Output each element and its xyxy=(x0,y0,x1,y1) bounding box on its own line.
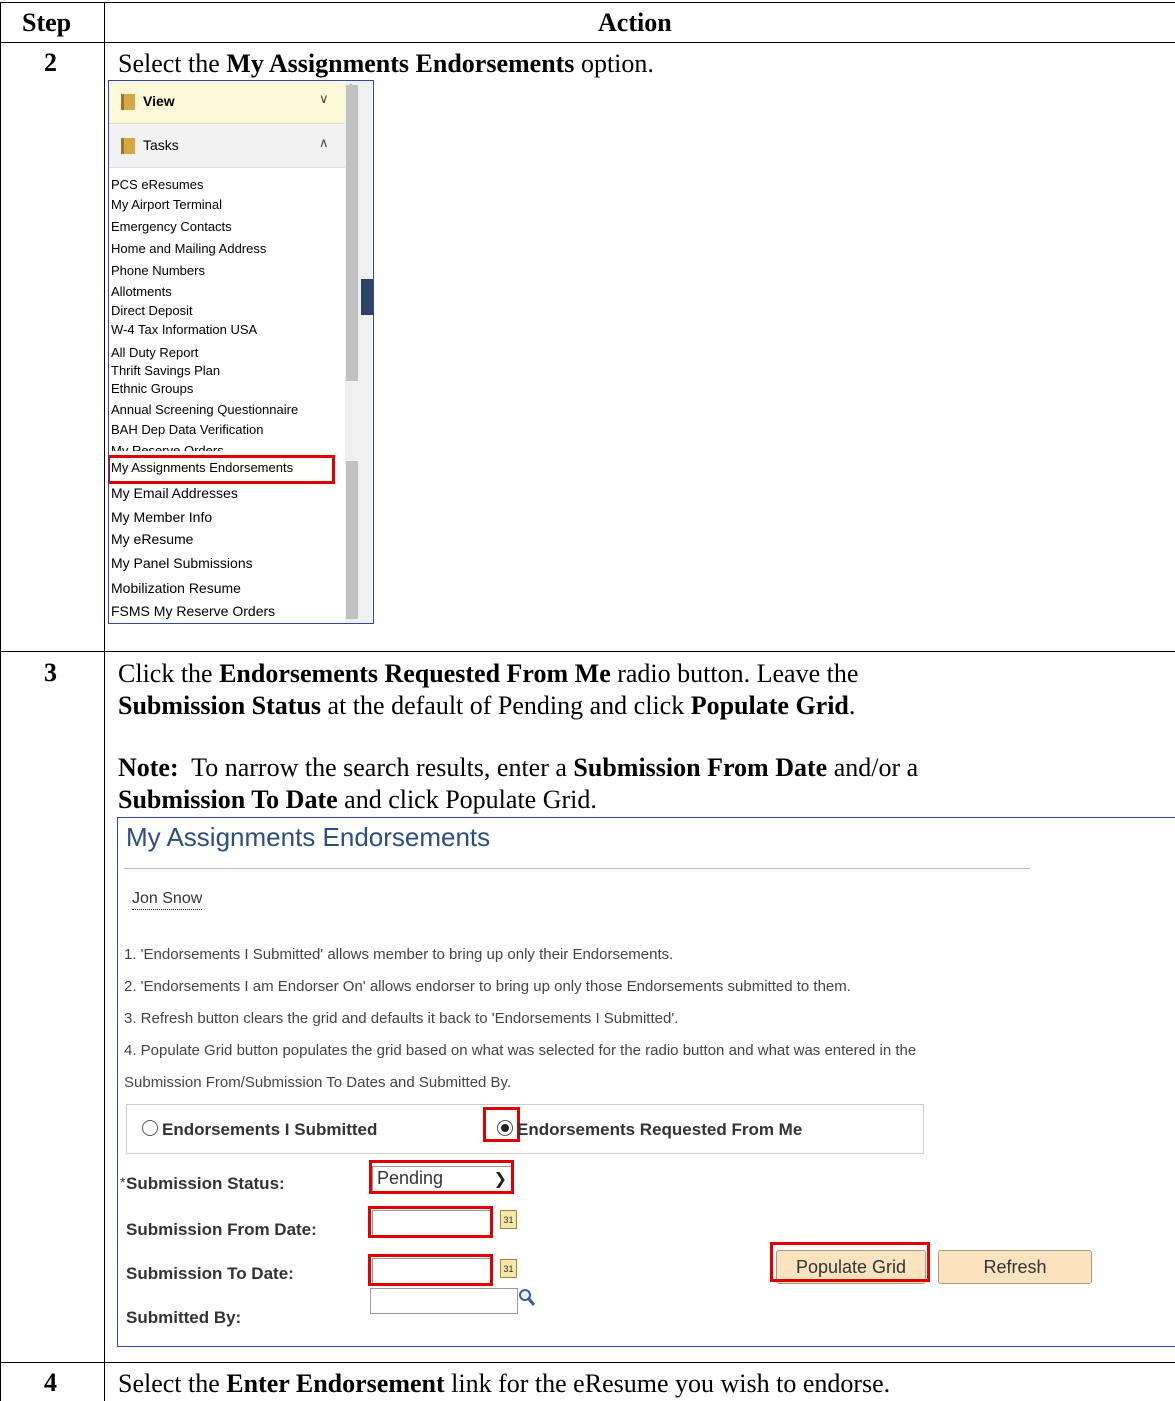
step3-bold-text: Populate Grid xyxy=(690,691,849,720)
drag-handle[interactable] xyxy=(361,279,373,315)
table-left-border xyxy=(0,2,1,1401)
step3-text: radio button. Leave the xyxy=(610,659,859,688)
chevron-down-icon[interactable]: ∨ xyxy=(319,91,329,107)
radio-endorsements-submitted-label[interactable]: Endorsements I Submitted xyxy=(162,1120,377,1140)
sidebar-item-emergency-contacts[interactable]: Emergency Contacts xyxy=(111,219,232,234)
step3-bold-text: Endorsements Requested From Me xyxy=(219,659,611,688)
note-text: To narrow the search results, enter a xyxy=(178,753,574,782)
tasks-panel-header[interactable]: Tasks ∧ xyxy=(109,125,345,168)
submission-status-label: Submission Status: xyxy=(126,1174,285,1193)
note-text: and/or a xyxy=(827,753,919,782)
instruction-note-1: 1. 'Endorsements I Submitted' allows mem… xyxy=(124,946,674,963)
sidebar-item-fsms-reserve-orders[interactable]: FSMS My Reserve Orders xyxy=(111,603,275,619)
step-column-divider xyxy=(104,2,105,1401)
sidebar-item-my-airport-terminal[interactable]: My Airport Terminal xyxy=(111,197,222,212)
step-number-3: 3 xyxy=(44,658,57,687)
step3-note-line2: Submission To Date and click Populate Gr… xyxy=(118,784,597,815)
sidebar-item-w4-tax[interactable]: W-4 Tax Information USA xyxy=(111,322,257,337)
step4-text: Select the xyxy=(118,1369,227,1398)
step4-instruction: Select the Enter Endorsement link for th… xyxy=(118,1368,890,1399)
step2-text: Select the xyxy=(118,49,227,78)
instruction-note-2: 2. 'Endorsements I am Endorser On' allow… xyxy=(124,978,851,995)
note-bold-text: Submission To Date xyxy=(118,785,338,814)
scrollbar-thumb-lower[interactable] xyxy=(346,461,358,619)
highlight-box xyxy=(368,1254,493,1286)
view-panel-header[interactable]: View ∨ xyxy=(109,81,345,124)
calendar-icon[interactable]: 31 xyxy=(500,1259,517,1278)
step3-line2: Submission Status at the default of Pend… xyxy=(118,690,855,721)
submitted-by-label: Submitted By: xyxy=(126,1308,242,1327)
step3-bottom-border xyxy=(0,1362,1175,1363)
highlight-box xyxy=(368,1206,493,1238)
highlight-box xyxy=(369,1160,514,1194)
highlight-box xyxy=(483,1107,520,1142)
header-bottom-border xyxy=(0,42,1175,43)
note-text: and click Populate Grid. xyxy=(337,785,597,814)
endorsements-form-screenshot: My Assignments Endorsements Jon Snow 1. … xyxy=(117,817,1175,1347)
sidebar-item-my-email-addresses[interactable]: My Email Addresses xyxy=(111,485,238,501)
instruction-note-3: 3. Refresh button clears the grid and de… xyxy=(124,1010,679,1027)
table-top-border xyxy=(0,2,1175,3)
sidebar-item-my-member-info[interactable]: My Member Info xyxy=(111,509,212,525)
tasks-panel-title: Tasks xyxy=(143,137,179,153)
step3-text: at the default of Pending and click xyxy=(321,691,691,720)
search-icon[interactable] xyxy=(518,1288,536,1308)
chevron-up-icon[interactable]: ∧ xyxy=(319,135,329,151)
step2-instruction: Select the My Assignments Endorsements o… xyxy=(118,48,654,79)
highlight-box xyxy=(770,1242,930,1282)
highlight-box xyxy=(109,455,335,484)
instruction-note-4: 4. Populate Grid button populates the gr… xyxy=(124,1042,917,1059)
sidebar-item-phone-numbers[interactable]: Phone Numbers xyxy=(111,263,205,278)
view-panel-title: View xyxy=(143,93,175,109)
sidebar-item-ethnic-groups[interactable]: Ethnic Groups xyxy=(111,381,193,396)
sidebar-item-my-reserve-orders[interactable]: My Reserve Orders xyxy=(111,443,224,451)
step-number-4: 4 xyxy=(44,1368,57,1397)
step4-text-end: link for the eResume you wish to endorse… xyxy=(444,1369,891,1398)
radio-endorsements-requested-label[interactable]: Endorsements Requested From Me xyxy=(517,1120,802,1140)
instruction-note-4-cont: Submission From/Submission To Dates and … xyxy=(124,1074,512,1091)
submission-from-date-label: Submission From Date: xyxy=(126,1220,317,1239)
user-name: Jon Snow xyxy=(132,890,203,910)
submitted-by-field[interactable] xyxy=(370,1288,518,1314)
step2-bottom-border xyxy=(0,651,1175,652)
sidebar-item-allotments[interactable]: Allotments xyxy=(111,284,172,299)
submission-to-date-label: Submission To Date: xyxy=(126,1264,294,1283)
scrollbar-thumb[interactable] xyxy=(346,85,358,381)
sidebar-item-direct-deposit[interactable]: Direct Deposit xyxy=(111,303,193,318)
required-marker: * xyxy=(120,1174,126,1190)
calendar-icon[interactable]: 31 xyxy=(500,1210,517,1229)
folder-icon xyxy=(121,138,135,154)
step4-bold-text: Enter Endorsement xyxy=(226,1369,445,1398)
step3-line1: Click the Endorsements Requested From Me… xyxy=(118,658,858,689)
title-divider xyxy=(124,868,1030,869)
refresh-button[interactable]: Refresh xyxy=(938,1250,1092,1284)
step3-text: Click the xyxy=(118,659,220,688)
sidebar-item-mobilization-resume[interactable]: Mobilization Resume xyxy=(111,580,241,596)
sidebar-item-my-eresume[interactable]: My eResume xyxy=(111,531,193,547)
sidebar-item-all-duty-report[interactable]: All Duty Report xyxy=(111,345,198,360)
header-step: Step xyxy=(22,8,72,37)
step3-note-line1: Note: To narrow the search results, ente… xyxy=(118,752,918,783)
page-title: My Assignments Endorsements xyxy=(126,822,491,852)
radio-endorsements-submitted[interactable] xyxy=(142,1120,158,1136)
step2-bold-text: My Assignments Endorsements xyxy=(226,49,575,78)
sidebar-item-my-panel-submissions[interactable]: My Panel Submissions xyxy=(111,555,253,571)
sidebar-item-bah-dep-data[interactable]: BAH Dep Data Verification xyxy=(111,422,263,437)
step-number-2: 2 xyxy=(44,48,57,77)
sidebar-item-pcs-eresumes[interactable]: PCS eResumes xyxy=(111,177,203,192)
sidebar-item-thrift-savings[interactable]: Thrift Savings Plan xyxy=(111,363,220,378)
folder-icon xyxy=(121,94,135,110)
sidebar-item-home-mailing-address[interactable]: Home and Mailing Address xyxy=(111,241,266,256)
step3-bold-text: Submission Status xyxy=(118,691,322,720)
note-bold-text: Submission From Date xyxy=(573,753,828,782)
header-action: Action xyxy=(598,8,672,37)
navigation-sidebar-screenshot: View ∨ Tasks ∧ PCS eResumes My Airport T… xyxy=(108,80,374,624)
step2-text-end: option. xyxy=(574,49,654,78)
step3-text: . xyxy=(848,691,856,720)
note-label: Note: xyxy=(118,753,179,782)
sidebar-item-annual-screening[interactable]: Annual Screening Questionnaire xyxy=(111,402,298,417)
